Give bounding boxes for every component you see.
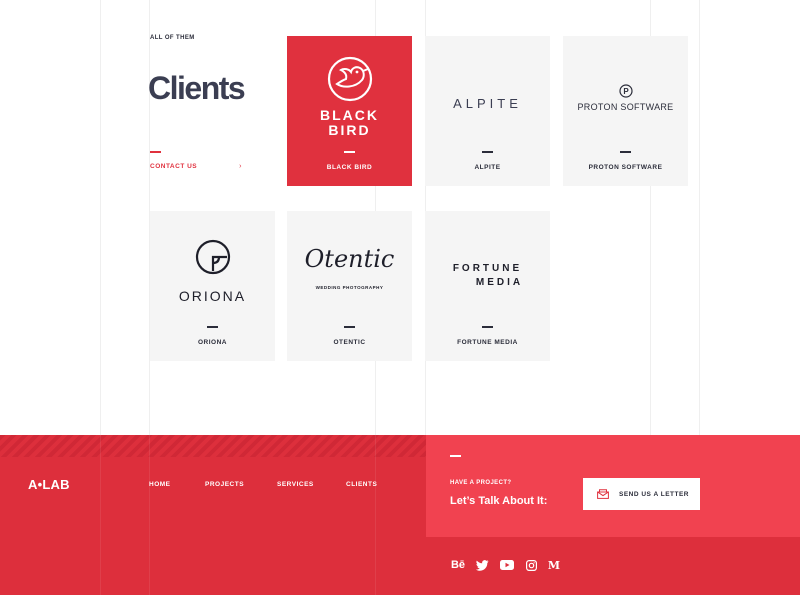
title-divider: [150, 151, 161, 153]
fortune-media-wordmark: FORTUNE MEDIA: [425, 262, 550, 290]
card-divider: [207, 326, 218, 328]
chevron-right-icon: ›: [239, 163, 242, 170]
client-card-proton-software[interactable]: P PROTON SOFTWARE PROTON SOFTWARE: [563, 36, 688, 186]
p-circle-icon: P: [563, 84, 688, 103]
card-divider: [482, 151, 493, 153]
card-divider: [344, 151, 355, 153]
nav-projects[interactable]: PROJECTS: [205, 481, 244, 488]
nav-services[interactable]: SERVICES: [277, 481, 314, 488]
guide-line: [699, 0, 700, 435]
cta-panel: HAVE A PROJECT? Let’s Talk About It: SEN…: [426, 435, 800, 537]
logo-line: FORTUNE: [452, 263, 523, 274]
card-divider: [344, 326, 355, 328]
youtube-icon[interactable]: [500, 558, 514, 572]
page-title: Clients: [148, 70, 246, 106]
twitter-icon[interactable]: [475, 558, 489, 572]
client-name: OTENTIC: [333, 339, 366, 346]
footer: A•LAB HOME PROJECTS SERVICES CLIENTS HAV…: [0, 435, 800, 595]
client-name: ORIONA: [198, 339, 227, 346]
client-card-otentic[interactable]: Otentic WEDDING PHOTOGRAPHY OTENTIC: [287, 211, 412, 361]
client-name: PROTON SOFTWARE: [588, 164, 663, 171]
contact-us-label: CONTACT US: [150, 163, 198, 170]
client-card-fortune-media[interactable]: FORTUNE MEDIA FORTUNE MEDIA: [425, 211, 550, 361]
client-name: ALPITE: [474, 164, 501, 171]
alpite-wordmark: ALPITE: [453, 96, 522, 111]
proton-wordmark: PROTON SOFTWARE: [577, 102, 674, 112]
client-card-oriona[interactable]: ORIONA ORIONA: [150, 211, 275, 361]
logo-line: MEDIA: [475, 277, 524, 288]
nav-clients[interactable]: CLIENTS: [346, 481, 377, 488]
cta-eyebrow: HAVE A PROJECT?: [450, 480, 512, 486]
behance-icon[interactable]: Bē: [450, 558, 466, 572]
guide-line: [100, 0, 101, 435]
instagram-icon[interactable]: [525, 558, 537, 572]
send-letter-label: SEND US A LETTER: [619, 490, 689, 498]
brand-logo[interactable]: A•LAB: [28, 477, 70, 492]
black-bird-wordmark: BLACK BIRD: [287, 108, 412, 138]
card-divider: [482, 326, 493, 328]
section-eyebrow: ALL OF THEM: [150, 35, 195, 41]
svg-text:P: P: [623, 87, 629, 96]
otentic-subtext: WEDDING PHOTOGRAPHY: [315, 285, 384, 290]
card-divider: [620, 151, 631, 153]
logo-line: BIRD: [328, 122, 371, 138]
oriona-mark-icon: [150, 237, 275, 282]
oriona-wordmark: ORIONA: [178, 288, 247, 304]
guide-line: [375, 435, 376, 595]
bird-icon: [287, 54, 412, 109]
guide-line: [149, 435, 150, 595]
client-name: BLACK BIRD: [326, 164, 373, 171]
footer-stripe-band: [0, 435, 426, 457]
cta-title: Let’s Talk About It:: [450, 495, 548, 507]
send-letter-button[interactable]: SEND US A LETTER: [583, 478, 700, 510]
client-name: FORTUNE MEDIA: [457, 339, 518, 346]
cta-divider: [450, 455, 461, 457]
medium-icon[interactable]: M: [548, 558, 560, 572]
contact-us-link[interactable]: CONTACT US ›: [150, 163, 241, 170]
client-card-black-bird[interactable]: BLACK BIRD BLACK BIRD: [287, 36, 412, 186]
logo-line: BLACK: [320, 107, 379, 123]
guide-line: [100, 435, 101, 595]
otentic-script-wordmark: Otentic: [304, 245, 395, 273]
client-card-alpite[interactable]: ALPITE ALPITE: [425, 36, 550, 186]
envelope-icon: [597, 489, 609, 499]
nav-home[interactable]: HOME: [149, 481, 171, 488]
